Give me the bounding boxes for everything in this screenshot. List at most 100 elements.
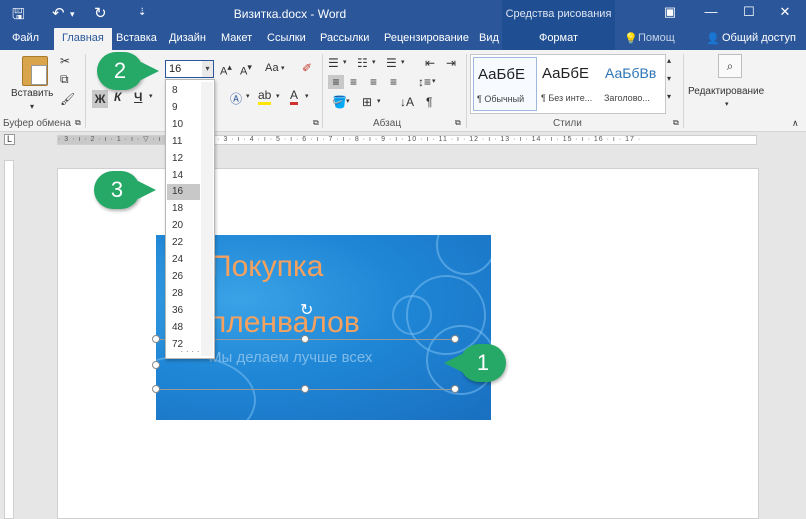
justify-icon[interactable]: ≡: [390, 75, 397, 89]
style-normal[interactable]: АаБбЕ ¶ Обычный: [473, 57, 537, 111]
tab-home[interactable]: Главная: [54, 28, 112, 50]
underline-button[interactable]: Ч: [134, 90, 142, 104]
paragraph-launcher-icon[interactable]: ⧉: [455, 118, 461, 128]
shading-icon[interactable]: 🪣: [332, 95, 347, 109]
decrease-indent-icon[interactable]: ⇤: [425, 56, 435, 70]
undo-dropdown-icon[interactable]: ▾: [70, 9, 75, 20]
format-painter-icon[interactable]: 🖌: [60, 92, 75, 106]
font-size-dropdown-icon[interactable]: ▾: [202, 61, 213, 77]
styles-more-icon[interactable]: ▾: [667, 92, 671, 101]
bold-button[interactable]: Ж: [92, 90, 108, 108]
highlight-icon[interactable]: ab: [258, 88, 272, 105]
align-right-icon[interactable]: ≡: [370, 75, 377, 89]
font-size-option[interactable]: 24: [167, 252, 200, 268]
copy-icon[interactable]: ⧉: [60, 72, 69, 87]
customize-toolbar-icon[interactable]: ⇣: [138, 7, 146, 18]
dropdown-resize-grip[interactable]: · · · ·: [166, 346, 214, 356]
undo-icon[interactable]: ↶: [52, 4, 65, 22]
text-effects-icon[interactable]: Ⓐ: [230, 90, 242, 107]
ribbon-display-icon[interactable]: ▣: [655, 4, 685, 20]
font-size-option[interactable]: 9: [167, 100, 200, 116]
resize-handle[interactable]: [301, 335, 309, 343]
paste-dropdown-icon[interactable]: ▾: [30, 102, 34, 111]
font-size-option[interactable]: 10: [167, 117, 200, 133]
style-heading[interactable]: АаБбВв Заголово...: [601, 57, 665, 111]
font-size-value[interactable]: 16: [169, 63, 181, 75]
multilevel-list-icon[interactable]: ☰: [386, 56, 397, 70]
multilevel-dropdown-icon[interactable]: ▾: [401, 58, 405, 66]
dropdown-scrollbar[interactable]: [201, 82, 213, 356]
bullets-icon[interactable]: ☰: [328, 56, 339, 70]
share-button[interactable]: Общий доступ: [722, 32, 796, 44]
resize-handle[interactable]: [451, 335, 459, 343]
align-left-icon[interactable]: ≡: [328, 75, 344, 89]
highlight-dropdown-icon[interactable]: ▾: [276, 92, 280, 100]
tab-references[interactable]: Ссылки: [267, 32, 306, 44]
resize-handle[interactable]: [152, 361, 160, 369]
paste-button[interactable]: Вставить: [11, 88, 53, 99]
cut-icon[interactable]: ✂: [60, 54, 70, 68]
resize-handle[interactable]: [451, 385, 459, 393]
font-size-combobox[interactable]: 16 ▾: [165, 60, 214, 78]
clipboard-launcher-icon[interactable]: ⧉: [75, 118, 81, 128]
rotate-handle-icon[interactable]: ↻: [300, 300, 313, 320]
resize-handle[interactable]: [301, 385, 309, 393]
font-color-icon[interactable]: A: [290, 88, 299, 105]
share-icon[interactable]: 👤: [706, 32, 720, 45]
shrink-font-icon[interactable]: A▾: [240, 62, 252, 78]
tab-mailings[interactable]: Рассылки: [320, 32, 369, 44]
font-size-option[interactable]: 28: [167, 286, 200, 302]
tab-layout[interactable]: Макет: [221, 32, 252, 44]
minimize-button[interactable]: —: [696, 4, 726, 19]
styles-scroll-up-icon[interactable]: ▴: [667, 56, 671, 65]
tab-format[interactable]: Формат: [502, 28, 615, 50]
font-size-option-selected[interactable]: 16: [167, 184, 200, 200]
grow-font-icon[interactable]: A▴: [220, 62, 232, 78]
style-no-spacing[interactable]: АаБбЕ ¶ Без инте...: [538, 57, 602, 111]
paste-icon[interactable]: [22, 56, 48, 86]
tab-file[interactable]: Файл: [12, 32, 39, 44]
ruler-scale[interactable]: · 3 · ı · 2 · ı · 1 · ı · ▽ · ı · 1 · ı …: [57, 135, 757, 145]
change-case-button[interactable]: Аа: [265, 62, 279, 74]
borders-dropdown-icon[interactable]: ▾: [377, 97, 381, 105]
font-launcher-icon[interactable]: ⧉: [313, 118, 319, 128]
card-title-line-2[interactable]: пленвалов: [210, 306, 360, 340]
text-effects-dropdown-icon[interactable]: ▾: [246, 92, 250, 100]
redo-icon[interactable]: ↻: [94, 4, 107, 22]
numbering-dropdown-icon[interactable]: ▾: [372, 58, 376, 66]
borders-icon[interactable]: ⊞: [362, 95, 372, 109]
resize-handle[interactable]: [152, 335, 160, 343]
underline-dropdown-icon[interactable]: ▾: [149, 92, 153, 100]
align-center-icon[interactable]: ≡: [350, 75, 357, 89]
collapse-ribbon-icon[interactable]: ∧: [792, 118, 799, 129]
tab-design[interactable]: Дизайн: [169, 32, 206, 44]
font-size-option[interactable]: 18: [167, 201, 200, 217]
font-size-option[interactable]: 12: [167, 151, 200, 167]
numbering-icon[interactable]: ☷: [357, 56, 368, 70]
font-size-option[interactable]: 48: [167, 320, 200, 336]
save-icon[interactable]: 🖫: [12, 4, 25, 29]
tell-me-input[interactable]: Помощ: [638, 32, 675, 44]
increase-indent-icon[interactable]: ⇥: [446, 56, 456, 70]
tab-selector-icon[interactable]: L: [4, 134, 15, 145]
editing-button[interactable]: Редактирование: [688, 86, 764, 97]
card-title-line-1[interactable]: Покупка: [210, 250, 323, 284]
font-size-option[interactable]: 8: [167, 83, 200, 99]
help-icon[interactable]: 💡: [624, 32, 638, 45]
font-size-option[interactable]: 20: [167, 218, 200, 234]
card-subtitle[interactable]: Мы делаем лучше всех: [209, 349, 372, 366]
font-color-dropdown-icon[interactable]: ▾: [305, 92, 309, 100]
font-size-option[interactable]: 26: [167, 269, 200, 285]
tab-review[interactable]: Рецензирование: [384, 32, 469, 44]
search-icon[interactable]: ⌕: [718, 54, 742, 78]
resize-handle[interactable]: [152, 385, 160, 393]
bullets-dropdown-icon[interactable]: ▾: [343, 58, 347, 66]
styles-launcher-icon[interactable]: ⧉: [673, 118, 679, 128]
italic-button[interactable]: К: [114, 90, 121, 104]
font-size-option[interactable]: 22: [167, 235, 200, 251]
sort-icon[interactable]: ↓A: [400, 95, 414, 109]
show-marks-icon[interactable]: ¶: [426, 95, 432, 109]
line-spacing-icon[interactable]: ↕≡: [418, 75, 431, 89]
change-case-dropdown-icon[interactable]: ▾: [281, 64, 285, 72]
font-size-option[interactable]: 14: [167, 168, 200, 184]
